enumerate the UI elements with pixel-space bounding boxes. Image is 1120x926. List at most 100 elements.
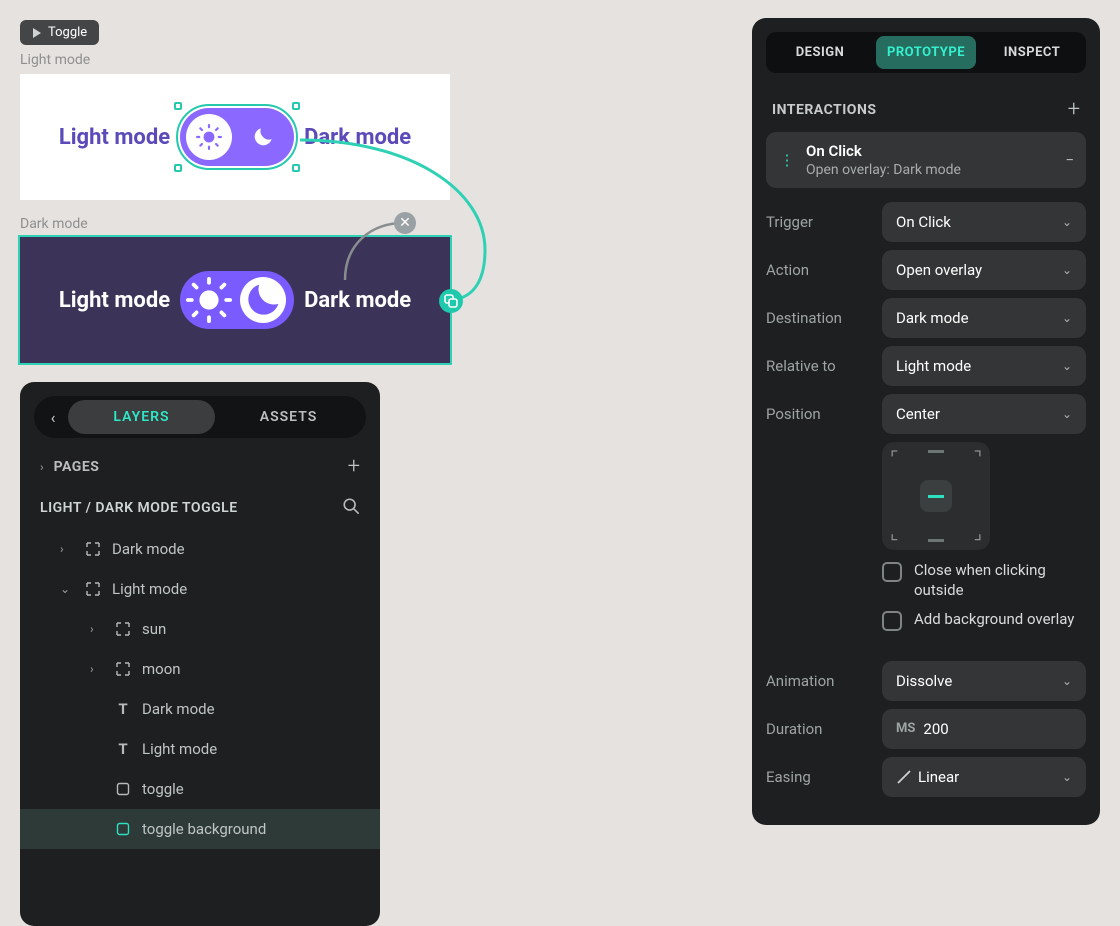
panel-tabs: ‹ LAYERS ASSETS: [34, 396, 366, 438]
layer-name: Dark mode: [112, 540, 185, 558]
chevron-right-icon: ›: [40, 460, 44, 474]
page-title[interactable]: LIGHT / DARK MODE TOGGLE: [40, 500, 238, 516]
frame-dark-mode[interactable]: Light mode Dark mode: [20, 237, 450, 363]
interactions-header: INTERACTIONS +: [766, 87, 1086, 132]
moon-icon: [240, 114, 286, 160]
frame-label-dark[interactable]: Dark mode: [20, 216, 88, 232]
easing-label: Easing: [766, 768, 872, 786]
position-row: Position Center⌄: [766, 394, 1086, 434]
linear-easing-icon: [896, 769, 912, 785]
dark-mode-text: Dark mode: [304, 288, 411, 313]
frame-light-mode[interactable]: Light mode Dark mode: [20, 74, 450, 200]
tab-inspect[interactable]: INSPECT: [982, 36, 1082, 69]
chevron-down-icon: ⌄: [1062, 674, 1072, 688]
position-grid[interactable]: ⌜⌝ ⌞⌟: [882, 442, 990, 550]
play-icon: [32, 28, 42, 38]
destination-select[interactable]: Dark mode⌄: [882, 298, 1086, 338]
destination-label: Destination: [766, 309, 872, 327]
duration-value: 200: [923, 720, 948, 738]
layer-name: toggle: [142, 780, 184, 798]
layer-name: Light mode: [142, 740, 217, 758]
close-outside-checkbox[interactable]: Close when clicking outside: [882, 560, 1086, 601]
toggle-component-light[interactable]: [180, 108, 294, 166]
drag-handle-icon[interactable]: ⋮: [778, 151, 796, 169]
light-mode-text: Light mode: [59, 288, 170, 313]
toggle-component-dark[interactable]: [180, 271, 294, 329]
chevron-right-icon: ›: [60, 542, 74, 556]
interaction-subtitle: Open overlay: Dark mode: [806, 162, 1055, 178]
dark-mode-text: Dark mode: [304, 125, 411, 150]
text-icon: T: [114, 700, 132, 718]
destination-row: Destination Dark mode⌄: [766, 298, 1086, 338]
rect-icon: [114, 780, 132, 798]
layer-row-dark-text[interactable]: › T Dark mode: [20, 689, 380, 729]
bg-overlay-checkbox[interactable]: Add background overlay: [882, 609, 1086, 631]
selection-handle[interactable]: [174, 102, 182, 110]
search-icon[interactable]: [342, 497, 360, 519]
duration-input[interactable]: MS 200: [882, 709, 1086, 749]
layer-row-dark-mode[interactable]: › Dark mode: [20, 529, 380, 569]
duration-unit: MS: [896, 721, 915, 736]
relative-to-label: Relative to: [766, 357, 872, 375]
checkbox-label: Add background overlay: [914, 609, 1074, 629]
trigger-label: Trigger: [766, 213, 872, 231]
layer-row-light-text[interactable]: › T Light mode: [20, 729, 380, 769]
chevron-right-icon: ›: [90, 622, 104, 636]
action-select[interactable]: Open overlay⌄: [882, 250, 1086, 290]
chevron-down-icon: ⌄: [1062, 215, 1072, 229]
position-select[interactable]: Center⌄: [882, 394, 1086, 434]
tab-layers[interactable]: LAYERS: [68, 400, 215, 434]
layer-name: Dark mode: [142, 700, 215, 718]
duration-row: Duration MS 200: [766, 709, 1086, 749]
duration-label: Duration: [766, 720, 872, 738]
relative-to-select[interactable]: Light mode⌄: [882, 346, 1086, 386]
flow-start-button[interactable]: Toggle: [20, 20, 99, 45]
rect-icon: [114, 820, 132, 838]
frame-icon: [114, 620, 132, 638]
position-center-button[interactable]: [920, 480, 952, 512]
chevron-down-icon: ⌄: [1062, 359, 1072, 373]
flow-start-label: Toggle: [48, 25, 87, 40]
easing-row: Easing Linear ⌄: [766, 757, 1086, 797]
prototype-panel: DESIGN PROTOTYPE INSPECT INTERACTIONS + …: [752, 18, 1100, 825]
interactions-label: INTERACTIONS: [772, 102, 876, 118]
remove-connection-icon[interactable]: ✕: [394, 212, 416, 234]
frame-icon: [114, 660, 132, 678]
animation-select[interactable]: Dissolve⌄: [882, 661, 1086, 701]
position-label: Position: [766, 405, 872, 423]
prototype-node-icon[interactable]: [439, 289, 463, 313]
sun-icon: [186, 277, 232, 323]
frame-icon: [84, 580, 102, 598]
add-interaction-button[interactable]: +: [1068, 97, 1080, 122]
layer-row-light-mode[interactable]: ⌄ Light mode: [20, 569, 380, 609]
light-mode-text: Light mode: [59, 125, 170, 150]
layer-row-sun[interactable]: › sun: [20, 609, 380, 649]
text-icon: T: [114, 740, 132, 758]
add-page-button[interactable]: +: [348, 454, 360, 479]
trigger-select[interactable]: On Click⌄: [882, 202, 1086, 242]
interaction-title: On Click: [806, 142, 1055, 160]
layer-row-toggle-bg[interactable]: › toggle background: [20, 809, 380, 849]
selection-handle[interactable]: [292, 164, 300, 172]
trigger-row: Trigger On Click⌄: [766, 202, 1086, 242]
back-button[interactable]: ‹: [38, 408, 68, 427]
interaction-card[interactable]: ⋮ On Click Open overlay: Dark mode −: [766, 132, 1086, 188]
tab-design[interactable]: DESIGN: [770, 36, 870, 69]
pages-section[interactable]: › PAGES +: [20, 438, 380, 487]
action-label: Action: [766, 261, 872, 279]
checkbox-label: Close when clicking outside: [914, 560, 1086, 601]
selection-handle[interactable]: [174, 164, 182, 172]
collapse-icon[interactable]: −: [1065, 151, 1074, 169]
layer-name: moon: [142, 660, 181, 678]
frame-label-light[interactable]: Light mode: [20, 52, 90, 68]
selection-handle[interactable]: [292, 102, 300, 110]
layer-name: sun: [142, 620, 166, 638]
layer-row-toggle[interactable]: › toggle: [20, 769, 380, 809]
easing-select[interactable]: Linear ⌄: [882, 757, 1086, 797]
tab-assets[interactable]: ASSETS: [215, 400, 362, 434]
sun-icon: [186, 114, 232, 160]
moon-icon: [240, 277, 286, 323]
tab-prototype[interactable]: PROTOTYPE: [876, 36, 976, 69]
layer-row-moon[interactable]: › moon: [20, 649, 380, 689]
frame-icon: [84, 540, 102, 558]
